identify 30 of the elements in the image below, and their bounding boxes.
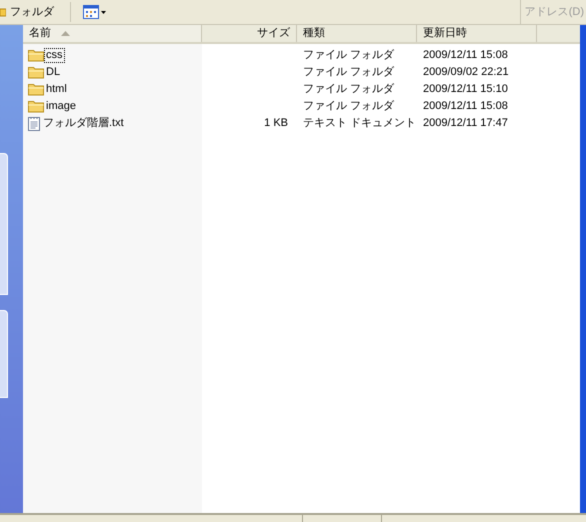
folder-icon xyxy=(28,49,44,62)
column-header[interactable]: 更新日時 xyxy=(417,25,537,42)
file-type: テキスト ドキュメント xyxy=(303,117,416,130)
text-document-icon xyxy=(28,116,41,131)
file-modified-date: 2009/12/11 15:10 xyxy=(423,83,508,96)
file-size: 1 KB xyxy=(264,116,288,132)
file-name[interactable]: image xyxy=(45,100,77,113)
file-modified-date: 2009/09/02 22:21 xyxy=(423,66,509,78)
folders-button[interactable]: フォルダ xyxy=(0,1,62,23)
file-name[interactable]: css xyxy=(45,49,64,62)
file-name[interactable]: html xyxy=(45,83,68,96)
folder-icon xyxy=(28,83,44,96)
folder-icon xyxy=(0,7,6,17)
file-name[interactable]: フォルダ階層.txt xyxy=(42,117,125,130)
file-type: ファイル フォルダ xyxy=(303,66,394,78)
folder-icon xyxy=(28,100,44,113)
file-type: ファイル フォルダ xyxy=(303,83,394,96)
file-modified-date: 2009/12/11 17:47 xyxy=(423,117,508,130)
folder-icon xyxy=(28,66,44,79)
column-header[interactable]: サイズ xyxy=(202,25,297,42)
column-header[interactable]: 種類 xyxy=(297,25,417,42)
file-modified-date: 2009/12/11 15:08 xyxy=(423,49,508,62)
sort-ascending-icon xyxy=(61,31,70,36)
file-name[interactable]: DL xyxy=(45,66,62,79)
address-label: アドレス(D) xyxy=(524,4,585,20)
file-type: ファイル フォルダ xyxy=(303,100,394,112)
column-header[interactable]: 名前 xyxy=(23,25,202,42)
file-type: ファイル フォルダ xyxy=(303,49,394,62)
view-icon xyxy=(83,5,107,19)
file-modified-date: 2009/12/11 15:08 xyxy=(423,100,508,112)
